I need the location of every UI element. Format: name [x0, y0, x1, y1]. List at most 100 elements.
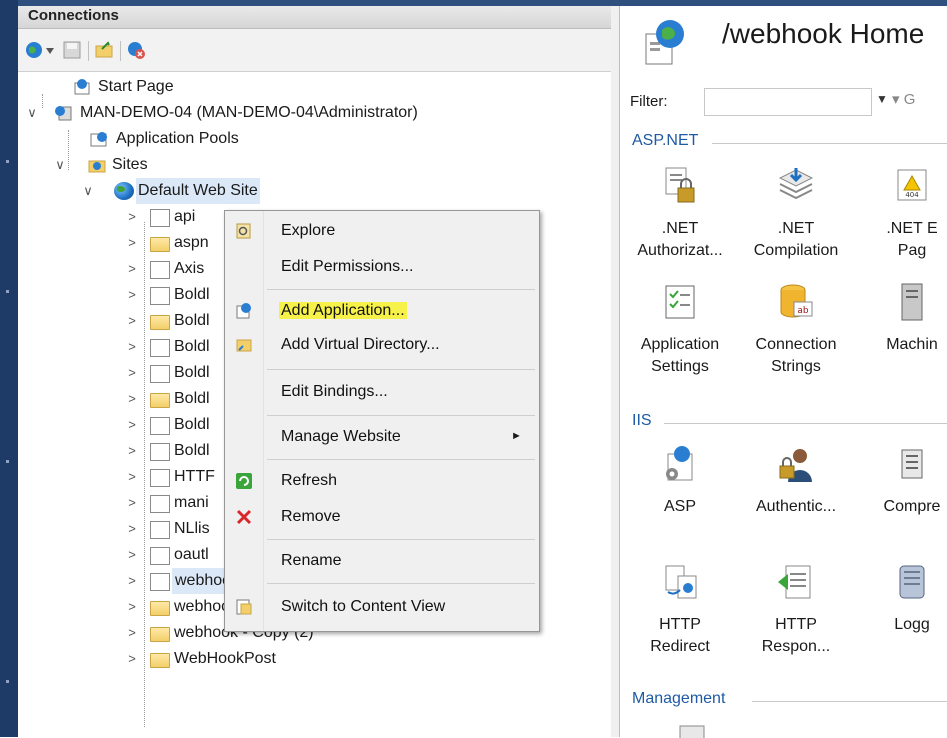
filter-dropdown-icon[interactable]: ▼	[876, 92, 888, 106]
chevron-right-icon[interactable]: >	[126, 516, 138, 542]
group-header-aspnet[interactable]: ASP.NET	[632, 132, 698, 150]
server-icon	[55, 106, 72, 121]
menu-separator	[267, 459, 535, 460]
application-icon	[150, 261, 170, 279]
chevron-right-icon[interactable]: >	[126, 412, 138, 438]
menu-label: Refresh	[281, 472, 338, 489]
feature-label: Logg	[894, 616, 930, 633]
feature-label: HTTP Redirect	[650, 616, 710, 655]
menu-item-explore[interactable]: Explore	[225, 215, 539, 247]
feature-label: Machin	[886, 336, 938, 353]
chevron-right-icon[interactable]: >	[126, 230, 138, 256]
feature-label: .NET Compilation	[753, 220, 839, 259]
menu-item-edit-permissions[interactable]: Edit Permissions...	[225, 251, 539, 283]
start-page-icon	[74, 79, 90, 95]
compression-icon	[901, 449, 923, 479]
chevron-right-icon[interactable]: >	[126, 594, 138, 620]
chevron-right-icon[interactable]: >	[126, 568, 138, 594]
save-icon[interactable]	[62, 40, 82, 60]
chevron-right-icon[interactable]: >	[126, 308, 138, 334]
chevron-right-icon[interactable]: >	[126, 256, 138, 282]
add-virtual-directory-icon	[236, 339, 252, 352]
add-application-icon	[236, 303, 251, 319]
group-divider	[712, 143, 947, 144]
website-globe-icon	[114, 182, 134, 200]
feature-label: Authentic...	[755, 498, 837, 515]
sites-folder-icon	[88, 160, 106, 173]
logging-icon	[899, 565, 925, 599]
tree-label: Boldl	[174, 364, 210, 381]
chevron-right-icon[interactable]: >	[126, 438, 138, 464]
panel-splitter[interactable]	[611, 6, 620, 737]
feature-label: Connection Strings	[755, 336, 837, 375]
disconnect-icon[interactable]	[126, 40, 146, 60]
feature-label: HTTP Respon...	[761, 616, 831, 655]
folder-icon	[150, 627, 170, 642]
tree-label: Boldl	[174, 390, 210, 407]
filter-go-button[interactable]: ▾ G	[892, 90, 915, 108]
chevron-down-icon[interactable]	[46, 48, 54, 54]
content-view-icon	[236, 599, 252, 615]
tree-label: WebHookPost	[174, 650, 276, 667]
menu-item-add-application[interactable]: Add Application...	[225, 295, 539, 327]
folder-icon	[150, 601, 170, 616]
application-icon	[150, 521, 170, 539]
management-feature-icon[interactable]	[678, 724, 708, 738]
tree-label: oautl	[174, 546, 209, 563]
folder-icon	[150, 393, 170, 408]
filter-label: Filter:	[630, 93, 668, 110]
asp-icon	[666, 446, 693, 481]
features-panel: /webhook Home Filter: ▼ ▾ G ASP.NET .NET…	[620, 6, 947, 738]
connect-globe-icon[interactable]	[24, 40, 44, 60]
context-menu: Explore Edit Permissions... Add Applicat…	[224, 210, 540, 632]
chevron-right-icon[interactable]: >	[126, 204, 138, 230]
tree-label: Axis	[174, 260, 205, 277]
chevron-right-icon[interactable]: >	[126, 490, 138, 516]
chevron-down-icon[interactable]: ∨	[54, 152, 66, 178]
chevron-right-icon[interactable]: >	[126, 360, 138, 386]
chevron-right-icon[interactable]: >	[126, 620, 138, 646]
tree-label: mani	[174, 494, 209, 511]
chevron-right-icon[interactable]: >	[126, 646, 138, 672]
chevron-down-icon[interactable]: ∨	[26, 100, 38, 126]
svg-text:ab: ab	[797, 306, 809, 316]
tree-label: MAN-DEMO-04 (MAN-DEMO-04\Administrator)	[80, 104, 418, 121]
menu-item-rename[interactable]: Rename	[225, 545, 539, 577]
chevron-right-icon[interactable]: >	[126, 464, 138, 490]
feature-label: .NET E Pag	[886, 220, 938, 259]
chevron-right-icon[interactable]: >	[126, 542, 138, 568]
menu-item-manage-website[interactable]: Manage Website ►	[225, 421, 539, 453]
folder-icon	[150, 653, 170, 668]
group-header-iis[interactable]: IIS	[632, 412, 652, 430]
menu-label: Explore	[281, 222, 336, 239]
tree-label: Boldl	[174, 442, 210, 459]
open-folder-icon[interactable]	[94, 40, 114, 60]
chevron-down-icon[interactable]: ∨	[82, 178, 94, 204]
tree-label: Default Web Site	[136, 178, 260, 204]
application-icon	[150, 339, 170, 357]
chevron-right-icon[interactable]: >	[126, 334, 138, 360]
refresh-icon	[236, 473, 252, 489]
menu-item-add-virtual-directory[interactable]: Add Virtual Directory...	[225, 329, 539, 361]
redirect-icon	[665, 565, 697, 599]
filter-input[interactable]	[704, 88, 872, 116]
tree-label: Sites	[112, 156, 148, 173]
menu-separator	[267, 539, 535, 540]
chevron-right-icon[interactable]: >	[126, 386, 138, 412]
menu-item-switch-to-content-view[interactable]: Switch to Content View	[225, 591, 539, 623]
connections-header: Connections	[18, 6, 611, 29]
menu-item-edit-bindings[interactable]: Edit Bindings...	[225, 376, 539, 408]
feature-label: Application Settings	[640, 336, 720, 375]
submenu-arrow-icon: ►	[511, 430, 522, 442]
menu-label: Switch to Content View	[281, 598, 446, 615]
application-icon	[150, 547, 170, 565]
application-icon	[150, 573, 170, 591]
explore-icon	[236, 223, 251, 239]
chevron-right-icon[interactable]: >	[126, 282, 138, 308]
tree-label: api	[174, 208, 196, 225]
menu-item-remove[interactable]: Remove	[225, 501, 539, 533]
connections-toolbar	[18, 29, 611, 72]
group-header-management[interactable]: Management	[632, 690, 725, 708]
menu-item-refresh[interactable]: Refresh	[225, 465, 539, 497]
error-page-icon: 404	[897, 169, 927, 201]
